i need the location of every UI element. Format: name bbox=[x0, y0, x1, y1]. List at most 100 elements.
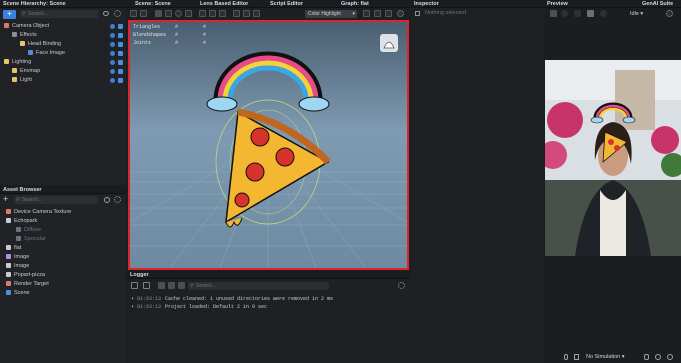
view-icon[interactable] bbox=[253, 10, 260, 17]
hierarchy-item[interactable]: Lighting bbox=[0, 58, 126, 67]
search-icon: ⚲ bbox=[190, 283, 194, 289]
enabled-checkbox[interactable] bbox=[118, 42, 123, 47]
camera-icon[interactable] bbox=[130, 10, 137, 17]
hierarchy-item[interactable]: Light bbox=[0, 76, 126, 85]
enabled-checkbox[interactable] bbox=[118, 78, 123, 83]
state-dropdown[interactable]: Idle ▾ bbox=[630, 10, 652, 18]
asset-item-label: Image bbox=[14, 263, 30, 269]
add-object-button[interactable]: + bbox=[3, 10, 16, 19]
asset-item[interactable]: Render Target bbox=[0, 280, 126, 289]
layout-icon[interactable] bbox=[574, 10, 581, 17]
select-icon[interactable] bbox=[155, 10, 162, 17]
tab-lens-editor[interactable]: Lens Based Editor bbox=[200, 0, 248, 8]
hand-icon[interactable] bbox=[574, 354, 579, 360]
measure-icon[interactable] bbox=[243, 10, 250, 17]
asset-item[interactable]: Popart-pizza bbox=[0, 271, 126, 280]
log-list: • 01:03:13 Cache cleaned: 1 unused direct… bbox=[131, 295, 410, 311]
enabled-checkbox[interactable] bbox=[118, 51, 123, 56]
tab-graph[interactable]: Graph: flat bbox=[341, 0, 369, 8]
snap-icon[interactable] bbox=[233, 10, 240, 17]
add-asset-button[interactable]: + bbox=[3, 195, 8, 204]
asset-icon bbox=[16, 227, 21, 233]
record-icon[interactable] bbox=[655, 354, 661, 360]
hierarchy-item[interactable]: Envmap bbox=[0, 67, 126, 76]
visibility-icon[interactable] bbox=[110, 42, 115, 47]
microphone-icon[interactable] bbox=[564, 354, 568, 360]
simulation-dropdown[interactable]: No Simulation ▾ bbox=[586, 353, 632, 361]
preview-settings-icon[interactable] bbox=[666, 10, 673, 17]
log-text: Project loaded: Default 2 in 0 sec bbox=[165, 304, 268, 310]
lock-icon[interactable] bbox=[415, 11, 420, 16]
fill-icon[interactable] bbox=[587, 10, 594, 17]
preview-bottom-bar: No Simulation ▾ bbox=[544, 351, 681, 363]
tab-preview[interactable]: Preview bbox=[547, 0, 568, 8]
copy-icon[interactable] bbox=[363, 10, 370, 17]
visibility-icon[interactable] bbox=[600, 10, 607, 17]
rotate-icon[interactable] bbox=[175, 10, 182, 17]
stats-list: Triangles # # Blendshapes # # Joints # # bbox=[133, 23, 206, 47]
hierarchy-item[interactable]: Effects bbox=[0, 31, 126, 40]
visibility-icon[interactable] bbox=[110, 51, 115, 56]
asset-icon bbox=[16, 236, 21, 242]
gear-icon[interactable] bbox=[114, 10, 121, 17]
asset-item[interactable]: Image bbox=[0, 262, 126, 271]
log-line[interactable]: • 01:03:13 Project loaded: Default 2 in 0… bbox=[131, 303, 410, 311]
asset-item[interactable]: flat bbox=[0, 244, 126, 253]
pivot-icon[interactable] bbox=[209, 10, 216, 17]
rect-icon[interactable] bbox=[199, 10, 206, 17]
visibility-icon[interactable] bbox=[110, 24, 115, 29]
enabled-checkbox[interactable] bbox=[118, 60, 123, 65]
log-info-toggle[interactable] bbox=[158, 282, 165, 289]
scale-icon[interactable] bbox=[185, 10, 192, 17]
device-icon[interactable] bbox=[550, 10, 557, 17]
tab-genai[interactable]: GenAI Suite bbox=[642, 0, 673, 8]
enabled-checkbox[interactable] bbox=[118, 24, 123, 29]
wand-icon[interactable] bbox=[131, 282, 138, 289]
logger-settings-icon[interactable] bbox=[398, 282, 405, 289]
touch-icon[interactable] bbox=[644, 354, 649, 360]
move-icon[interactable] bbox=[165, 10, 172, 17]
grid-icon[interactable] bbox=[140, 10, 147, 17]
visibility-icon[interactable] bbox=[110, 78, 115, 83]
asset-icon bbox=[6, 254, 11, 260]
enabled-checkbox[interactable] bbox=[118, 33, 123, 38]
frame-icon[interactable] bbox=[385, 10, 392, 17]
enabled-checkbox[interactable] bbox=[118, 69, 123, 74]
asset-item[interactable]: Echopark bbox=[0, 217, 126, 226]
asset-search-input[interactable]: ⚲ Search... bbox=[14, 196, 98, 204]
visibility-icon[interactable] bbox=[110, 60, 115, 65]
color-highlight-dropdown[interactable]: Color Highlight ▾ bbox=[305, 10, 357, 18]
state-label: Idle bbox=[630, 11, 639, 17]
hierarchy-item[interactable]: Camera Object bbox=[0, 22, 126, 31]
stat-value: # bbox=[175, 24, 179, 30]
asset-item[interactable]: Scene bbox=[0, 289, 126, 298]
filter-icon[interactable] bbox=[104, 197, 110, 203]
asset-item[interactable]: Diffuse bbox=[0, 226, 126, 235]
stat-value-2: # bbox=[203, 32, 207, 38]
visibility-icon[interactable] bbox=[110, 69, 115, 74]
tab-scene[interactable]: Scene: Scene bbox=[135, 0, 171, 8]
inspector-empty-text: Nothing selected bbox=[425, 10, 466, 16]
asset-item[interactable]: Specular bbox=[0, 235, 126, 244]
hierarchy-search-placeholder: Search... bbox=[28, 11, 49, 17]
refresh-icon[interactable] bbox=[667, 354, 673, 360]
graph-settings-icon[interactable] bbox=[397, 10, 404, 17]
tab-script-editor[interactable]: Script Editor bbox=[270, 0, 303, 8]
paste-icon[interactable] bbox=[374, 10, 381, 17]
log-warning-toggle[interactable] bbox=[168, 282, 175, 289]
asset-item[interactable]: Device Camera Texture bbox=[0, 208, 126, 217]
settings-icon[interactable] bbox=[114, 196, 121, 203]
logger-search-input[interactable]: ⚲ Search... bbox=[188, 282, 329, 290]
visibility-icon[interactable] bbox=[110, 33, 115, 38]
hierarchy-item[interactable]: Face Image bbox=[0, 49, 126, 58]
log-line[interactable]: • 01:03:13 Cache cleaned: 1 unused direct… bbox=[131, 295, 410, 303]
hierarchy-item[interactable]: Head Binding bbox=[0, 40, 126, 49]
log-error-toggle[interactable] bbox=[178, 282, 185, 289]
visibility-toggle-icon[interactable] bbox=[103, 11, 109, 16]
hierarchy-search-input[interactable]: ⚲ Search... bbox=[20, 10, 98, 18]
scene-viewport[interactable]: Triangles # # Blendshapes # # Joints # # bbox=[128, 20, 409, 270]
eye-icon[interactable] bbox=[561, 10, 568, 17]
filter-icon[interactable] bbox=[143, 282, 150, 289]
asset-item[interactable]: Image bbox=[0, 253, 126, 262]
local-icon[interactable] bbox=[219, 10, 226, 17]
